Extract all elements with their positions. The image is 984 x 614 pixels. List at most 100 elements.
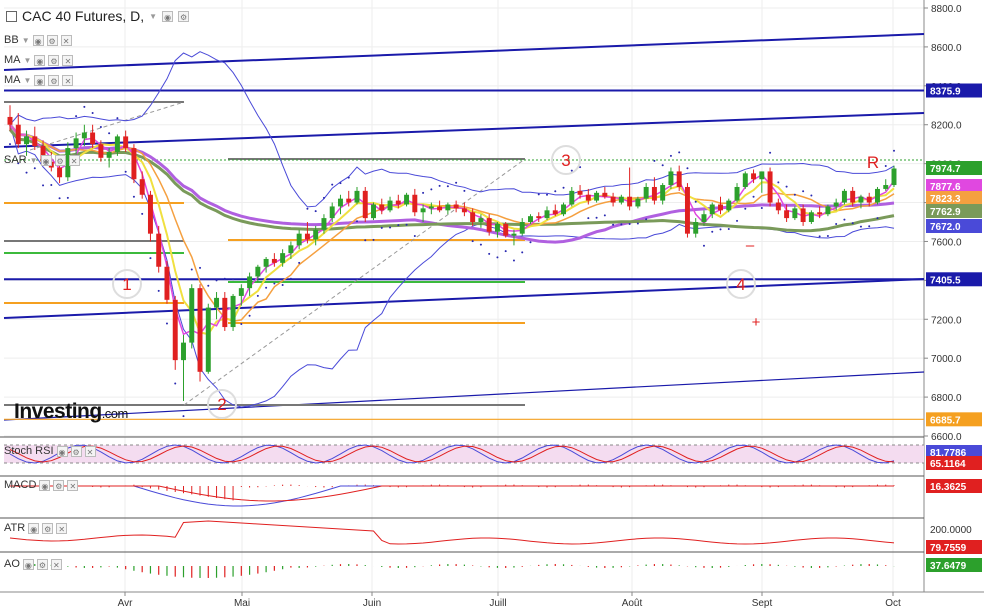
candle-body: [734, 186, 740, 201]
sar-dot: [645, 218, 648, 221]
eye-icon[interactable]: ◉: [34, 54, 46, 66]
sar-dot: [661, 164, 664, 167]
sar-dot: [529, 241, 532, 244]
chevron-down-icon[interactable]: ▼: [24, 56, 32, 65]
gear-icon[interactable]: ⚙: [178, 10, 190, 22]
sar-dot: [141, 212, 144, 215]
indicator-row[interactable]: MA ▼ ◉ ⚙ ✕: [4, 74, 74, 86]
annotation-label: 4: [736, 275, 745, 294]
gear-icon[interactable]: ⚙: [48, 54, 60, 66]
candle-body: [123, 136, 129, 149]
candle-body: [511, 233, 517, 236]
logo-suffix: .com: [101, 406, 129, 421]
sar-dot: [810, 194, 813, 197]
eye-icon[interactable]: ◉: [39, 479, 51, 491]
sar-dot: [25, 171, 28, 174]
sar-dot: [331, 183, 334, 186]
sar-dot: [727, 228, 730, 231]
candle-body: [371, 204, 376, 219]
sar-dot: [777, 181, 780, 184]
subpanel-label-3[interactable]: AO ◉ ⚙ ✕: [4, 558, 62, 570]
candle-body: [147, 194, 153, 234]
candle-body: [660, 185, 666, 201]
candle-body: [255, 266, 261, 277]
channel-lower-line: [3, 278, 925, 319]
sar-dot: [380, 226, 383, 229]
chevron-down-icon[interactable]: ▼: [30, 156, 38, 165]
gear-icon[interactable]: ⚙: [54, 154, 66, 166]
sar-dot: [826, 235, 829, 238]
close-icon[interactable]: ✕: [50, 558, 62, 570]
subpanel-name: Stoch RSI: [4, 445, 54, 457]
close-icon[interactable]: ✕: [56, 522, 68, 534]
eye-icon[interactable]: ◉: [56, 445, 68, 457]
sar-dot: [223, 277, 226, 280]
candle-body: [81, 132, 87, 139]
candle-body: [817, 212, 823, 215]
gear-icon[interactable]: ⚙: [48, 74, 60, 86]
gear-icon[interactable]: ⚙: [46, 34, 58, 46]
candle-body: [57, 167, 63, 178]
candle-body: [387, 200, 393, 211]
indicator-row[interactable]: MA ▼ ◉ ⚙ ✕: [4, 54, 74, 66]
subpanel-value-tag: 16.3625: [930, 482, 967, 493]
candle-body: [858, 196, 864, 203]
close-icon[interactable]: ✕: [68, 154, 80, 166]
candle-body: [751, 173, 757, 180]
subpanel-label-1[interactable]: MACD ◉ ⚙ ✕: [4, 479, 79, 491]
sar-dot: [785, 185, 788, 188]
indicator-row[interactable]: BB ▼ ◉ ⚙ ✕: [4, 34, 72, 46]
eye-icon[interactable]: ◉: [32, 34, 44, 46]
candle-body: [230, 295, 236, 328]
sar-dot: [75, 115, 78, 118]
close-icon[interactable]: ✕: [62, 54, 74, 66]
sar-dot: [843, 218, 846, 221]
candle-body: [602, 192, 608, 197]
eye-icon[interactable]: ◉: [40, 154, 52, 166]
chart-svg[interactable]: 8800.08600.08400.08200.08000.07800.07600…: [0, 0, 984, 614]
subpanel-label-2[interactable]: ATR ◉ ⚙ ✕: [4, 522, 68, 534]
sar-dot: [686, 167, 689, 170]
sar-dot: [884, 164, 887, 167]
close-icon[interactable]: ✕: [67, 479, 79, 491]
candle-body: [536, 216, 542, 219]
close-icon[interactable]: ✕: [62, 74, 74, 86]
indicator-row[interactable]: SAR ▼ ◉ ⚙ ✕: [4, 154, 80, 166]
sar-dot: [463, 189, 466, 192]
candle-body: [718, 204, 723, 211]
chevron-down-icon[interactable]: ▼: [24, 76, 32, 85]
chevron-down-icon[interactable]: ▼: [149, 12, 157, 21]
sar-dot: [33, 167, 36, 170]
close-icon[interactable]: ✕: [60, 34, 72, 46]
close-icon[interactable]: ✕: [84, 445, 96, 457]
sar-dot: [298, 261, 301, 264]
x-tick-label: Juill: [489, 598, 506, 609]
sar-dot: [851, 222, 854, 225]
eye-icon[interactable]: ◉: [28, 522, 40, 534]
price-tag: 7823.3: [930, 194, 961, 205]
sar-dot: [289, 277, 292, 280]
eye-icon[interactable]: ◉: [22, 558, 34, 570]
gear-icon[interactable]: ⚙: [53, 479, 65, 491]
gear-icon[interactable]: ⚙: [70, 445, 82, 457]
candle-body: [544, 210, 550, 219]
chevron-down-icon[interactable]: ▼: [22, 36, 30, 45]
gear-icon[interactable]: ⚙: [36, 558, 48, 570]
eye-icon[interactable]: ◉: [34, 74, 46, 86]
indicator-name: MA: [4, 74, 21, 86]
candle-body: [618, 196, 624, 203]
price-tag: 7672.0: [930, 222, 961, 233]
sar-dot: [157, 289, 160, 292]
candle-body: [767, 171, 773, 203]
candle-body: [329, 206, 335, 219]
candle-body: [354, 190, 360, 203]
candle-body: [808, 212, 814, 222]
eye-icon[interactable]: ◉: [162, 10, 174, 22]
subpanel-label-0[interactable]: Stoch RSI ◉ ⚙ ✕: [4, 445, 96, 457]
candle-body: [412, 194, 418, 213]
collapse-icon[interactable]: [6, 10, 17, 22]
macd-line: [10, 485, 894, 507]
candle-body: [453, 204, 459, 209]
sar-dot: [496, 256, 499, 259]
gear-icon[interactable]: ⚙: [42, 522, 54, 534]
